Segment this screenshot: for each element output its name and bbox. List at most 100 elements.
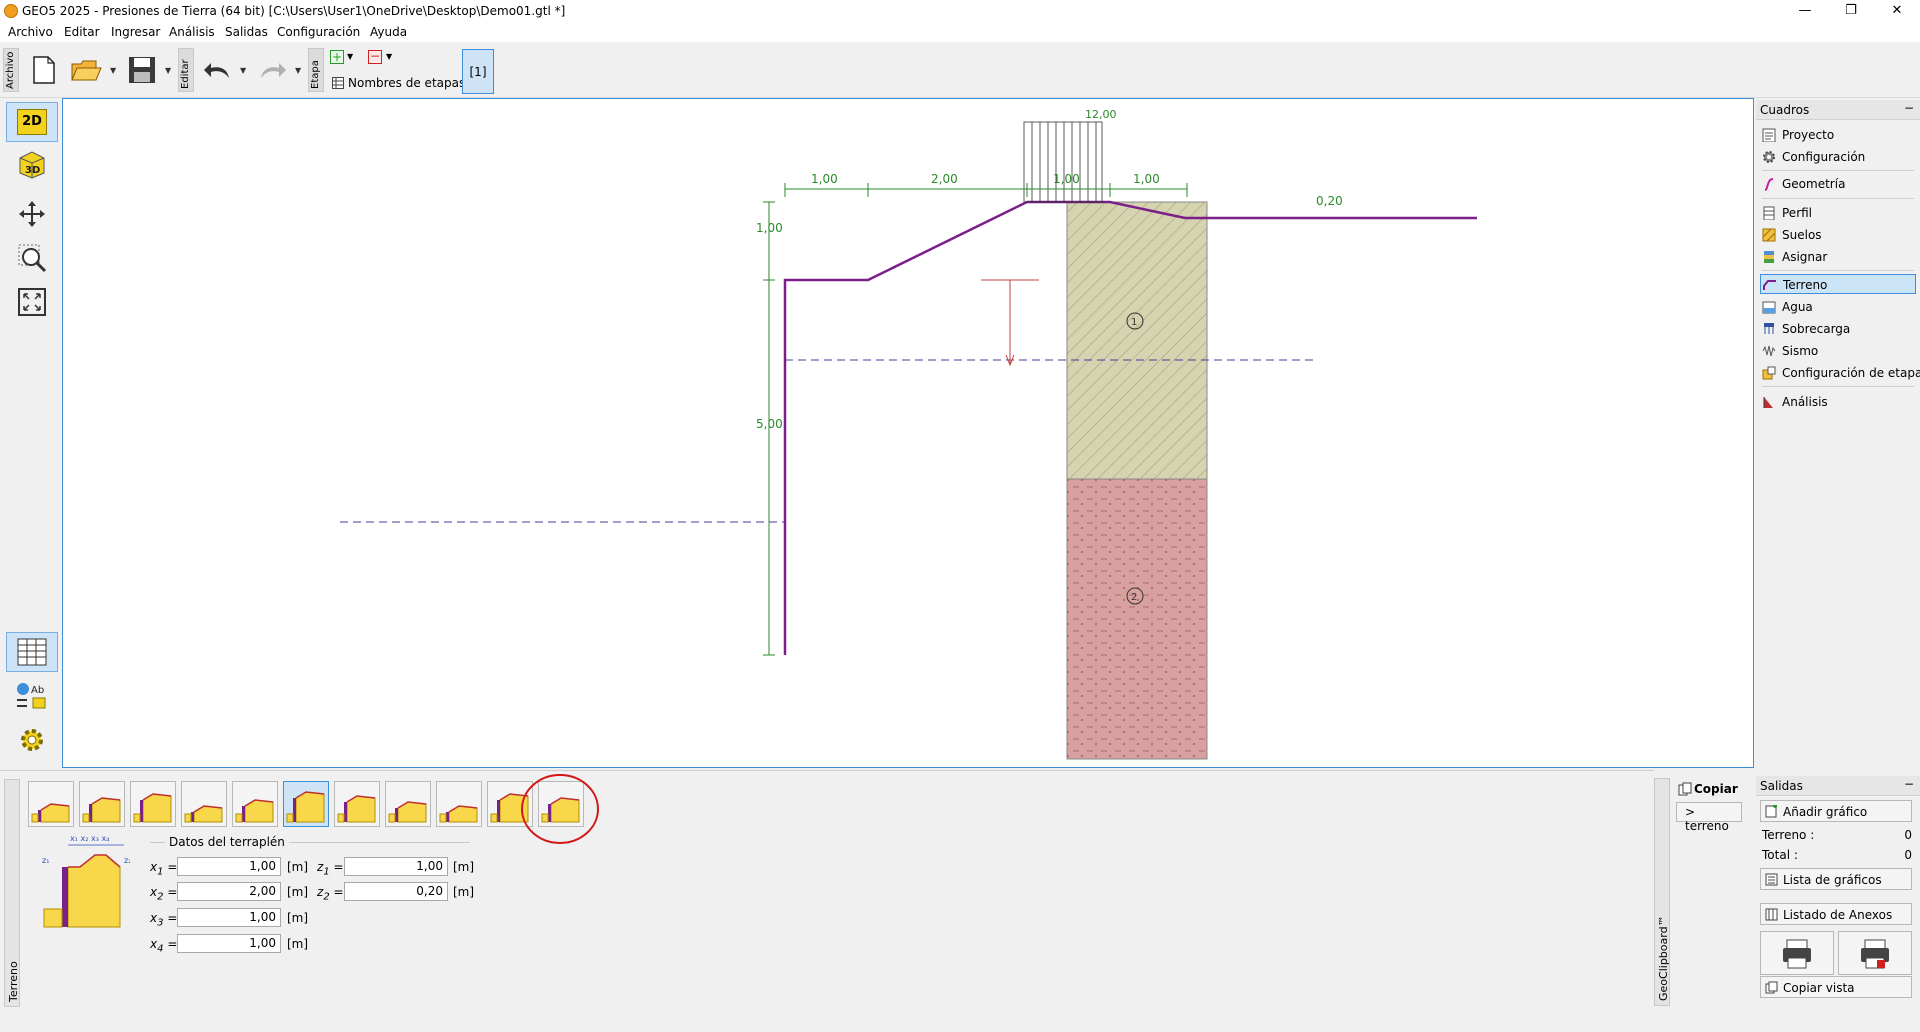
nav-suelos[interactable]: Suelos bbox=[1760, 225, 1916, 245]
new-file-icon[interactable] bbox=[26, 52, 62, 88]
menu-configuracion[interactable]: Configuración bbox=[277, 25, 360, 39]
stage-group-tab[interactable]: Etapa bbox=[308, 48, 324, 92]
add-stage-dropdown-icon[interactable]: ▼ bbox=[347, 52, 353, 61]
terrain-shape-button[interactable] bbox=[385, 781, 431, 827]
redo-dropdown-icon[interactable]: ▼ bbox=[295, 66, 301, 75]
dim-z1: 1,00 bbox=[756, 221, 783, 235]
move-view-button[interactable] bbox=[6, 194, 58, 234]
terrain-shape-icon bbox=[337, 795, 376, 823]
terrain-shape-button[interactable] bbox=[436, 781, 482, 827]
redo-icon[interactable] bbox=[254, 52, 290, 88]
file-group-tab[interactable]: Archivo bbox=[3, 48, 19, 92]
nav-separator bbox=[1762, 170, 1914, 171]
open-file-icon[interactable] bbox=[68, 52, 104, 88]
zoom-button[interactable] bbox=[6, 238, 58, 278]
copy-icon[interactable] bbox=[1678, 782, 1692, 796]
svg-text:z₁: z₁ bbox=[42, 856, 49, 865]
minimize-button[interactable]: — bbox=[1782, 0, 1828, 22]
copy-button[interactable]: Copiar bbox=[1694, 782, 1738, 796]
nav-terreno[interactable]: Terreno bbox=[1760, 274, 1916, 294]
x1-input[interactable]: 1,00 bbox=[177, 857, 281, 876]
nav-asignar[interactable]: Asignar bbox=[1760, 247, 1916, 267]
terrain-shape-button[interactable] bbox=[334, 781, 380, 827]
assign-icon bbox=[1764, 251, 1774, 263]
view-3d-icon: 3D bbox=[19, 151, 45, 179]
terrain-shape-icon bbox=[82, 797, 121, 823]
nav-proyecto[interactable]: Proyecto bbox=[1760, 125, 1916, 145]
print-pdf-button[interactable] bbox=[1838, 931, 1912, 975]
undo-icon[interactable] bbox=[200, 52, 236, 88]
terrain-panel-tab[interactable]: Terreno bbox=[4, 779, 20, 1007]
embankment-data-title: Datos del terraplén bbox=[165, 835, 289, 849]
nav-sobrecarga[interactable]: Sobrecarga bbox=[1760, 319, 1916, 339]
x4-input[interactable]: 1,00 bbox=[177, 934, 281, 953]
dim-x4: 1,00 bbox=[1133, 172, 1160, 186]
gear-icon bbox=[21, 729, 43, 751]
annex-list-button[interactable]: Listado de Anexos bbox=[1760, 903, 1912, 925]
paste-terrain-button[interactable]: > terreno bbox=[1676, 802, 1742, 833]
frames-minimize-button[interactable]: − bbox=[1904, 101, 1914, 115]
soil-2-label: 2 bbox=[1131, 592, 1137, 603]
nav-geometria[interactable]: Geometría bbox=[1760, 174, 1916, 194]
outputs-minimize-button[interactable]: − bbox=[1904, 777, 1914, 791]
frames-panel-header: Cuadros − bbox=[1756, 100, 1920, 120]
terrain-shape-button[interactable] bbox=[79, 781, 125, 827]
copy-view-button[interactable]: Copiar vista bbox=[1760, 976, 1912, 998]
view-2d-button[interactable]: 2D bbox=[6, 102, 58, 142]
terrain-shape-button[interactable] bbox=[232, 781, 278, 827]
undo-dropdown-icon[interactable]: ▼ bbox=[240, 66, 246, 75]
highlight-circle bbox=[521, 774, 599, 844]
stage-names-button[interactable]: Nombres de etapas bbox=[348, 76, 465, 90]
x3-input[interactable]: 1,00 bbox=[177, 908, 281, 927]
settings-button[interactable] bbox=[6, 720, 58, 760]
nav-sismo[interactable]: Sismo bbox=[1760, 341, 1916, 361]
z2-input[interactable]: 0,20 bbox=[344, 882, 448, 901]
add-stage-icon[interactable]: + bbox=[330, 50, 344, 64]
printer-icon bbox=[1783, 939, 1811, 969]
remove-stage-icon[interactable]: − bbox=[368, 50, 382, 64]
chart-list-button[interactable]: Lista de gráficos bbox=[1760, 868, 1912, 890]
open-dropdown-icon[interactable]: ▼ bbox=[110, 66, 116, 75]
z1-input[interactable]: 1,00 bbox=[344, 857, 448, 876]
menu-salidas[interactable]: Salidas bbox=[225, 25, 268, 39]
drawing-canvas[interactable]: 12,00 1,00 2,00 1,00 1,00 0,20 1,00 5,00… bbox=[62, 98, 1754, 768]
outputs-panel: Salidas − Añadir gráfico Terreno :0 Tota… bbox=[1756, 776, 1920, 1012]
view-2d-icon: 2D bbox=[17, 109, 47, 135]
nav-agua[interactable]: Agua bbox=[1760, 297, 1916, 317]
x4-unit: [m] bbox=[287, 937, 309, 951]
x2-input[interactable]: 2,00 bbox=[177, 882, 281, 901]
terrain-shape-button[interactable] bbox=[130, 781, 176, 827]
terrain-shape-button[interactable] bbox=[28, 781, 74, 827]
add-chart-button[interactable]: Añadir gráfico bbox=[1760, 800, 1912, 822]
save-file-icon[interactable] bbox=[124, 52, 160, 88]
menu-ayuda[interactable]: Ayuda bbox=[370, 25, 407, 39]
title-bar: GEO5 2025 - Presiones de Tierra (64 bit)… bbox=[0, 0, 1920, 22]
menu-analisis[interactable]: Análisis bbox=[169, 25, 215, 39]
stage-1-button[interactable]: [1] bbox=[462, 49, 494, 94]
terrain-drawing: 12,00 1,00 2,00 1,00 1,00 0,20 1,00 5,00… bbox=[340, 108, 1477, 760]
edit-group-tab[interactable]: Editar bbox=[178, 48, 194, 92]
close-button[interactable]: ✕ bbox=[1874, 0, 1920, 22]
save-dropdown-icon[interactable]: ▼ bbox=[165, 66, 171, 75]
x1-unit: [m] bbox=[287, 860, 309, 874]
menu-archivo[interactable]: Archivo bbox=[8, 25, 53, 39]
terrain-shape-button[interactable] bbox=[181, 781, 227, 827]
geoclipboard-tab[interactable]: GeoClipboard™ bbox=[1654, 778, 1670, 1006]
table-view-button[interactable] bbox=[6, 632, 58, 672]
nav-separator bbox=[1762, 270, 1914, 271]
nav-configuracion[interactable]: Configuración bbox=[1760, 147, 1916, 167]
fit-view-button[interactable] bbox=[6, 282, 58, 322]
legend-button[interactable]: Ab bbox=[6, 676, 58, 716]
document-icon bbox=[1762, 128, 1776, 142]
restore-button[interactable]: ❐ bbox=[1828, 0, 1874, 22]
view-3d-button[interactable]: 3D bbox=[6, 144, 58, 184]
menu-ingresar[interactable]: Ingresar bbox=[111, 25, 160, 39]
nav-perfil[interactable]: Perfil bbox=[1760, 203, 1916, 223]
print-button[interactable] bbox=[1760, 931, 1834, 975]
terrain-shape-button[interactable] bbox=[283, 781, 329, 827]
stage-names-icon[interactable] bbox=[332, 77, 344, 89]
remove-stage-dropdown-icon[interactable]: ▼ bbox=[386, 52, 392, 61]
nav-analisis[interactable]: Análisis bbox=[1760, 392, 1916, 412]
nav-configuracion-etapa[interactable]: Configuración de etapa bbox=[1760, 363, 1920, 383]
menu-editar[interactable]: Editar bbox=[64, 25, 100, 39]
